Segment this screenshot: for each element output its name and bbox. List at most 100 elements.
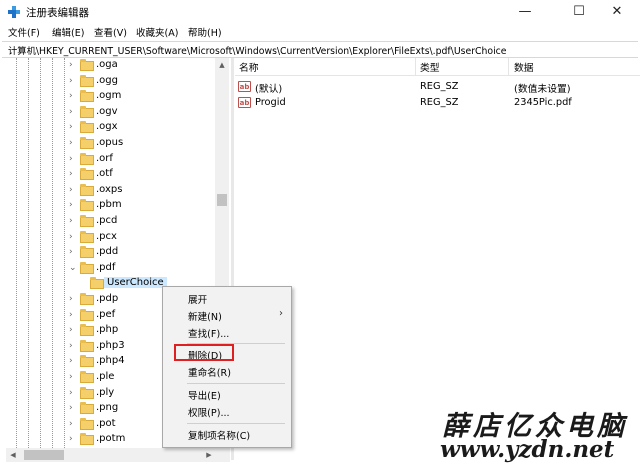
value-row-progid[interactable]: ab Progid REG_SZ 2345Pic.pdf: [235, 95, 640, 111]
scroll-thumb[interactable]: [217, 194, 227, 206]
red-highlight-box: [174, 344, 234, 361]
tree-item-opus[interactable]: › .opus: [6, 136, 218, 151]
folder-icon: [80, 386, 94, 399]
folder-icon: [80, 199, 94, 212]
tree-item-label: .ogv: [96, 105, 118, 117]
tree-item-pbm[interactable]: › .pbm: [6, 198, 218, 213]
tree-item-ogv[interactable]: › .ogv: [6, 105, 218, 120]
menu-view[interactable]: 查看(V): [94, 25, 127, 39]
expand-chevron-icon[interactable]: ›: [69, 386, 79, 401]
expand-chevron-icon[interactable]: ›: [69, 136, 79, 151]
tree-item-pdf[interactable]: ⌄ .pdf: [6, 261, 218, 276]
expand-chevron-icon[interactable]: ›: [69, 230, 79, 245]
value-name: Progid: [255, 97, 286, 108]
tree-item-pdd[interactable]: › .pdd: [6, 245, 218, 260]
context-menu-find[interactable]: 查找(F)...: [163, 324, 291, 341]
menu-separator: [187, 383, 285, 384]
value-name: (默认): [255, 84, 283, 95]
tree-item-label: .pcd: [96, 215, 118, 226]
tree-item-pcd[interactable]: › .pcd: [6, 214, 218, 229]
tree-item-label: .pbm: [96, 199, 122, 211]
registry-values-list[interactable]: 名称 类型 数据 ab (默认) REG_SZ (数值未设置) ab Progi…: [235, 58, 640, 460]
expand-chevron-icon[interactable]: ›: [69, 308, 79, 323]
context-menu-export[interactable]: 导出(E): [163, 386, 291, 403]
tree-item-label: .ple: [96, 371, 115, 382]
expand-chevron-icon[interactable]: ›: [69, 370, 79, 385]
tree-item-oxps[interactable]: › .oxps: [6, 183, 218, 198]
menu-edit[interactable]: 编辑(E): [52, 25, 84, 39]
column-divider[interactable]: [508, 58, 509, 75]
tree-item-label: .ply: [96, 386, 115, 398]
expand-chevron-icon[interactable]: ›: [69, 183, 79, 198]
expand-chevron-icon[interactable]: ›: [69, 198, 79, 213]
registry-editor-window: 注册表编辑器 — ☐ ✕ 文件(F) 编辑(E) 查看(V) 收藏夹(A) 帮助…: [0, 0, 640, 468]
address-bar[interactable]: 计算机\HKEY_CURRENT_USER\Software\Microsoft…: [2, 41, 638, 58]
collapse-chevron-icon[interactable]: ⌄: [69, 261, 79, 276]
expand-chevron-icon[interactable]: ›: [69, 120, 79, 135]
expand-chevron-icon[interactable]: ›: [69, 401, 79, 416]
menu-file[interactable]: 文件(F): [8, 25, 40, 39]
scroll-up-icon[interactable]: ▲: [215, 58, 229, 72]
tree-item-label: .oxps: [96, 183, 123, 195]
expand-chevron-icon[interactable]: ›: [69, 323, 79, 338]
menu-favorites[interactable]: 收藏夹(A): [136, 25, 178, 39]
context-menu-new[interactable]: 新建(N) ›: [163, 307, 291, 324]
folder-icon: [80, 308, 94, 321]
scroll-left-icon[interactable]: ◀: [6, 448, 20, 462]
context-menu-rename[interactable]: 重命名(R): [163, 363, 291, 380]
expand-chevron-icon[interactable]: ›: [69, 214, 79, 229]
tree-item-oga[interactable]: › .oga: [6, 58, 218, 73]
expand-chevron-icon[interactable]: ›: [69, 292, 79, 307]
tree-item-ogm[interactable]: › .ogm: [6, 89, 218, 104]
context-menu: 展开 新建(N) › 查找(F)... 删除(D) 重命名(R) 导出(E) 权…: [162, 286, 292, 448]
tree-item-label: .php4: [96, 355, 125, 367]
minimize-button[interactable]: —: [502, 0, 548, 24]
folder-icon: [90, 277, 104, 290]
value-type: REG_SZ: [420, 81, 459, 92]
tree-item-label: .ogg: [96, 74, 118, 86]
expand-chevron-icon[interactable]: ›: [69, 105, 79, 120]
tree-item-label: .oga: [96, 59, 118, 70]
tree-horizontal-scrollbar[interactable]: ◀ ▶: [6, 448, 230, 462]
tree-item-pcx[interactable]: › .pcx: [6, 230, 218, 245]
tree-item-otf[interactable]: › .otf: [6, 167, 218, 182]
expand-chevron-icon[interactable]: ›: [69, 245, 79, 260]
folder-icon: [80, 121, 94, 134]
expand-chevron-icon[interactable]: ›: [69, 339, 79, 354]
tree-item-label: .php3: [96, 339, 125, 351]
tree-item-ogg[interactable]: › .ogg: [6, 74, 218, 89]
expand-chevron-icon[interactable]: ›: [69, 167, 79, 182]
expand-chevron-icon[interactable]: ›: [69, 74, 79, 89]
tree-item-orf[interactable]: › .orf: [6, 152, 218, 167]
expand-chevron-icon[interactable]: ›: [69, 58, 79, 73]
context-menu-expand[interactable]: 展开: [163, 290, 291, 307]
menu-help[interactable]: 帮助(H): [188, 25, 222, 39]
column-name-header[interactable]: 名称: [239, 60, 259, 74]
scroll-thumb[interactable]: [24, 450, 64, 460]
folder-icon: [80, 137, 94, 149]
tree-item-ogx[interactable]: › .ogx: [6, 120, 218, 135]
expand-chevron-icon[interactable]: ›: [69, 432, 79, 447]
folder-icon: [80, 246, 94, 259]
column-divider[interactable]: [415, 58, 416, 75]
tree-item-label: .otf: [96, 168, 113, 180]
tree-item-label: .png: [96, 402, 119, 414]
folder-icon: [80, 417, 94, 430]
context-menu-copy-key-name[interactable]: 复制项名称(C): [163, 426, 291, 443]
value-type: REG_SZ: [420, 97, 459, 108]
folder-icon: [80, 324, 94, 337]
value-row-default[interactable]: ab (默认) REG_SZ (数值未设置): [235, 79, 640, 95]
close-button[interactable]: ✕: [594, 0, 640, 24]
folder-icon: [80, 215, 94, 227]
expand-chevron-icon[interactable]: ›: [69, 89, 79, 104]
scroll-right-icon[interactable]: ▶: [202, 448, 216, 462]
menu-bar: 文件(F) 编辑(E) 查看(V) 收藏夹(A) 帮助(H): [0, 24, 640, 40]
expand-chevron-icon[interactable]: ›: [69, 152, 79, 167]
folder-icon: [80, 433, 94, 446]
expand-chevron-icon[interactable]: ›: [69, 354, 79, 369]
context-menu-permissions[interactable]: 权限(P)...: [163, 403, 291, 420]
column-data-header[interactable]: 数据: [514, 60, 534, 74]
tree-item-label: .pdf: [96, 261, 116, 273]
expand-chevron-icon[interactable]: ›: [69, 417, 79, 432]
column-type-header[interactable]: 类型: [420, 60, 440, 74]
